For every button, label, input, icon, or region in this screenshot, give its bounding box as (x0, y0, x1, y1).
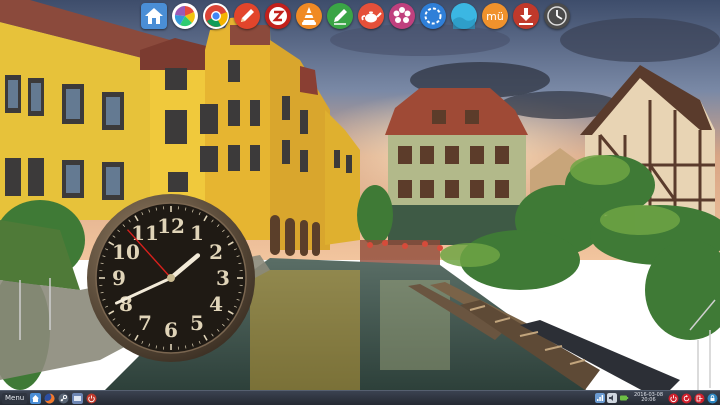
taskbar-files-button[interactable] (72, 392, 84, 404)
clock-numeral: 11 (131, 221, 159, 245)
power-off-icon[interactable] (668, 393, 679, 404)
firefox-icon (44, 392, 55, 403)
chrome-launcher[interactable] (203, 3, 229, 29)
system-tray: 2016-03-08 20:06 (594, 392, 718, 404)
clock-numeral: 6 (164, 318, 178, 342)
home-launcher[interactable] (141, 3, 167, 29)
clock-numeral: 9 (112, 266, 126, 290)
steam-icon (58, 393, 69, 403)
clock-numeral: 7 (138, 311, 152, 335)
tray-clock[interactable]: 2016-03-08 20:06 (634, 393, 663, 403)
vlc-cone-icon (302, 7, 316, 25)
clock-face: 12 1234567891011 (87, 194, 255, 362)
mu-launcher[interactable]: mü (482, 3, 508, 29)
network-icon[interactable] (594, 393, 605, 403)
desktop: mü 12 1 2 3 4 5 6 7 8 9 10 11 Menu 2016-… (0, 0, 720, 405)
logout-icon[interactable] (694, 393, 705, 404)
dashed-circle-icon (424, 7, 442, 25)
settings-launcher[interactable] (389, 3, 415, 29)
dock: mü (141, 2, 570, 32)
restart-icon[interactable] (681, 393, 692, 404)
picasa-launcher[interactable] (172, 3, 198, 29)
pinwheel-icon (174, 5, 195, 27)
wave-launcher[interactable] (451, 3, 477, 29)
power-icon (86, 393, 97, 403)
filezilla-launcher[interactable] (265, 3, 291, 29)
home-icon (145, 8, 163, 24)
pencil-icon (241, 9, 254, 22)
taskbar-firefox-button[interactable] (44, 392, 55, 404)
download-icon (519, 8, 533, 25)
analog-clock-widget[interactable]: 12 1 2 3 4 5 6 7 8 9 10 11 (86, 193, 256, 363)
home-folder-icon (30, 392, 42, 404)
teapot-icon (361, 11, 382, 23)
clock-launcher[interactable] (544, 3, 570, 29)
filezilla-icon (269, 7, 287, 25)
green-pencil-icon (334, 9, 347, 25)
chrome-icon (205, 5, 228, 27)
clock-numeral: 4 (209, 292, 223, 316)
taskbar-steam-button[interactable] (58, 393, 69, 404)
mu-label: mü (486, 10, 504, 23)
tray-time: 20:06 (641, 397, 656, 403)
clock-center-cap (167, 274, 175, 282)
text-editor-launcher[interactable] (327, 3, 353, 29)
clock-numeral: 12 (157, 214, 185, 238)
teapot-launcher[interactable] (358, 3, 384, 29)
clock-icon (547, 6, 567, 26)
battery-icon[interactable] (619, 393, 629, 403)
taskbar: Menu 2016-03-08 20:06 (0, 390, 720, 405)
taskbar-power-button[interactable] (86, 393, 97, 404)
taskbar-home-button[interactable] (30, 392, 42, 404)
screenshot-launcher[interactable] (420, 3, 446, 29)
clock-numeral: 2 (209, 240, 223, 264)
clock-numeral: 3 (216, 266, 230, 290)
installer-launcher[interactable] (513, 3, 539, 29)
start-menu-button[interactable]: Menu (2, 392, 28, 404)
volume-icon[interactable] (606, 393, 617, 403)
flower-gear-icon (393, 7, 411, 23)
editor-launcher[interactable] (234, 3, 260, 29)
clock-numeral: 1 (190, 221, 204, 245)
lock-icon[interactable] (707, 393, 718, 404)
vlc-launcher[interactable] (296, 3, 322, 29)
files-icon (72, 392, 84, 404)
mu-icon: mü (486, 10, 504, 23)
wave-icon (453, 17, 475, 29)
clock-numeral: 5 (190, 311, 204, 335)
